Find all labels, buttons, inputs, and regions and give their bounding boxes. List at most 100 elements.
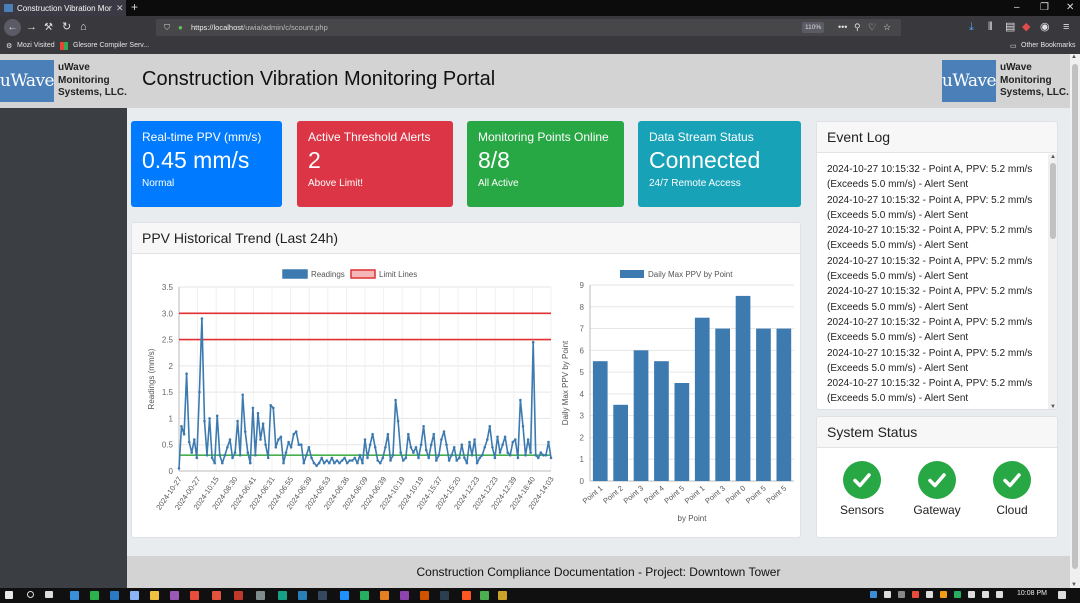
forward-arrow-icon[interactable]: → (26, 20, 37, 35)
taskbar-app-icon[interactable] (170, 591, 179, 600)
taskbar-app-icon[interactable] (360, 591, 369, 600)
y-tick-label: 9 (580, 281, 585, 290)
event-log-scrollbar[interactable]: ▲ ▼ (1048, 154, 1057, 409)
zoom-level[interactable]: 110% (802, 22, 825, 33)
pin-icon[interactable]: ⚲ (854, 19, 861, 36)
sidebar-icon[interactable]: ▤ (1005, 20, 1015, 35)
pocket-icon[interactable]: ♡ (868, 19, 876, 36)
taskbar-app-icon[interactable] (212, 591, 221, 600)
back-arrow-icon[interactable]: ← (4, 19, 21, 36)
reload-icon[interactable]: ↻ (62, 20, 71, 35)
data-point (246, 451, 250, 454)
wifi-icon[interactable] (982, 591, 989, 598)
bookmark-most-visited[interactable]: Mozi Visited (17, 42, 55, 49)
tray-icon[interactable] (926, 591, 933, 598)
data-point (198, 390, 201, 394)
tray-icon[interactable] (870, 591, 877, 598)
close-tab-icon[interactable]: ✕ (116, 3, 124, 14)
data-point (335, 459, 339, 462)
taskbar-app-icon[interactable] (498, 591, 507, 600)
y-tick-label: 2 (580, 433, 585, 442)
library-icon[interactable]: ⫴ (988, 20, 993, 35)
taskbar-app-icon[interactable] (462, 591, 471, 600)
taskbar-app-icon[interactable] (70, 591, 79, 600)
notifications-icon[interactable] (1058, 591, 1066, 599)
taskbar-app-icon[interactable] (480, 591, 489, 600)
account-icon[interactable]: ◉ (1040, 20, 1050, 35)
data-point (330, 456, 334, 460)
task-view-icon[interactable] (45, 591, 53, 598)
tray-icon[interactable] (968, 591, 975, 598)
tray-icon[interactable] (898, 591, 905, 598)
scroll-thumb[interactable] (1072, 64, 1078, 569)
status-cloud: Cloud (977, 461, 1047, 517)
taskbar-app-icon[interactable] (234, 591, 243, 600)
url-host: https://localhost (191, 23, 244, 32)
taskbar-app-icon[interactable] (110, 591, 119, 600)
event-log-list[interactable]: 2024-10-27 10:15:32 - Point A, PPV: 5.2 … (817, 154, 1048, 409)
browser-toolbar: ← → ⚒ ↻ ⌂ ⛉ ● https://localhost/uwia/adm… (0, 16, 1080, 39)
scroll-up-icon[interactable]: ▲ (1050, 154, 1056, 160)
scroll-thumb[interactable] (1050, 163, 1056, 239)
data-point (389, 459, 392, 462)
card-subtext: Above Limit! (308, 178, 364, 189)
minimize-icon[interactable]: – (1014, 0, 1020, 15)
taskbar-app-icon[interactable] (130, 591, 139, 600)
bar (694, 317, 710, 481)
taskbar-app-icon[interactable] (150, 591, 159, 600)
wrench-icon[interactable]: ⚒ (44, 20, 53, 35)
search-icon[interactable] (27, 591, 34, 598)
taskbar-clock[interactable]: 10:08 PM (1017, 590, 1047, 597)
data-point (254, 453, 257, 457)
tray-icon[interactable] (912, 591, 919, 598)
trend-panel-title: PPV Historical Trend (Last 24h) (132, 223, 800, 254)
home-icon[interactable]: ⌂ (80, 20, 87, 35)
event-log-item: 2024-10-27 10:15:32 - Point A, PPV: 5.2 … (827, 164, 1033, 191)
data-point (412, 451, 415, 454)
tray-icon[interactable] (940, 591, 947, 598)
card-label: Data Stream Status (649, 130, 754, 144)
tab-favicon-icon (4, 4, 13, 12)
bookmark-compiler[interactable]: Glesore Compiler Serv... (73, 42, 149, 49)
page-actions-icon[interactable]: ••• (838, 19, 847, 36)
data-point (493, 456, 497, 460)
taskbar-app-icon[interactable] (190, 591, 199, 600)
bookmark-star-icon[interactable]: ☆ (883, 19, 891, 36)
taskbar-app-icon[interactable] (420, 591, 429, 600)
restore-icon[interactable]: ❐ (1040, 0, 1049, 15)
taskbar-app-icon[interactable] (440, 591, 449, 600)
new-tab-icon[interactable]: + (131, 0, 138, 15)
taskbar-app-icon[interactable] (256, 591, 265, 600)
browser-tab-active[interactable]: Construction Vibration Monito ✕ (0, 0, 126, 16)
y-tick-label: 8 (580, 303, 585, 312)
volume-icon[interactable] (996, 591, 1003, 598)
data-point (297, 443, 301, 446)
data-point (266, 456, 270, 460)
taskbar-app-icon[interactable] (318, 591, 327, 600)
address-bar[interactable]: ⛉ ● https://localhost/uwia/admin/c/scoun… (156, 19, 901, 36)
scroll-up-icon[interactable]: ▲ (1071, 54, 1077, 60)
taskbar-app-icon[interactable] (400, 591, 409, 600)
pdf-extension-icon[interactable]: ◆ (1022, 20, 1030, 35)
tray-icon[interactable] (884, 591, 891, 598)
taskbar-app-icon[interactable] (298, 591, 307, 600)
system-status-title: System Status (817, 417, 1057, 448)
page-scrollbar[interactable]: ▲ ▼ (1070, 54, 1080, 588)
menu-icon[interactable]: ≡ (1063, 20, 1069, 35)
close-window-icon[interactable]: ✕ (1066, 0, 1074, 15)
download-icon[interactable]: ⤓ (969, 20, 974, 35)
taskbar-app-icon[interactable] (278, 591, 287, 600)
data-point (348, 459, 351, 462)
taskbar-app-icon[interactable] (90, 591, 99, 600)
tray-icon[interactable] (954, 591, 961, 598)
scroll-down-icon[interactable]: ▼ (1050, 404, 1056, 409)
taskbar-app-icon[interactable] (340, 591, 349, 600)
event-log-item: 2024-10-27 10:15:32 - Point A, PPV: 5.2 … (827, 316, 1033, 344)
sidebar (0, 108, 127, 588)
shield-icon[interactable]: ⛉ (164, 19, 170, 36)
start-icon[interactable] (5, 591, 13, 599)
bookmark-other[interactable]: Other Bookmarks (1021, 42, 1075, 49)
data-point (353, 456, 357, 460)
taskbar-app-icon[interactable] (380, 591, 389, 600)
lock-icon[interactable]: ● (178, 19, 183, 36)
